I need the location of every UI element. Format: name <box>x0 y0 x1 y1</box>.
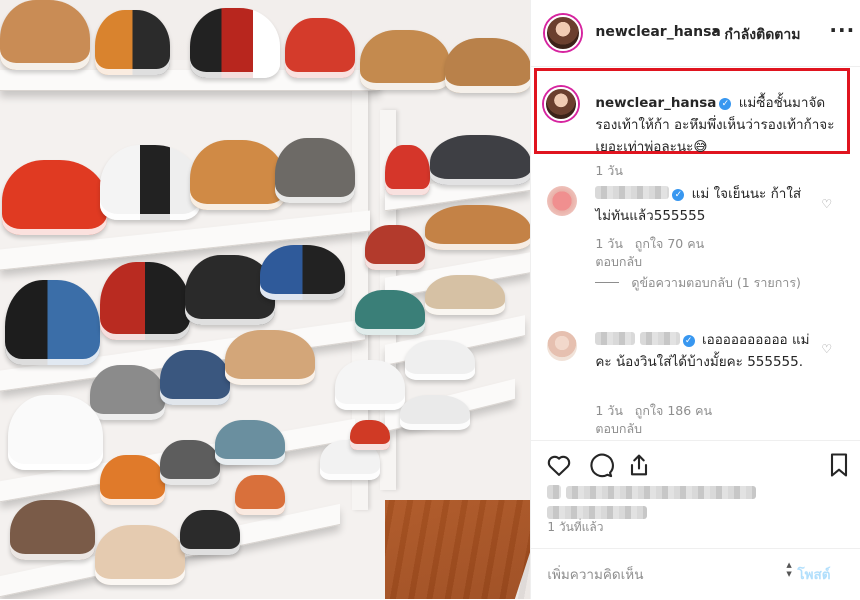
shoe <box>275 138 355 203</box>
shoe <box>100 262 190 340</box>
verified-badge-icon: ✓ <box>672 189 685 201</box>
comment-likes[interactable]: ถูกใจ 70 คน <box>635 236 704 251</box>
comments-list[interactable]: newclear_hansa ✓ แม่ซื้อชั้นมาจัดรองเท้าใ… <box>531 67 860 439</box>
post-date[interactable]: 1 วันที่แล้ว <box>547 518 603 537</box>
shoe <box>430 135 531 185</box>
view-replies-text[interactable]: ดูข้อความตอบกลับ (1 รายการ) <box>631 275 801 290</box>
shoe <box>360 30 450 90</box>
comment-icon[interactable] <box>586 451 615 479</box>
comment-likes[interactable]: ถูกใจ 186 คน <box>635 403 712 418</box>
comment-like-heart-icon[interactable]: ♡ <box>821 197 832 211</box>
shoe <box>425 275 505 315</box>
shoe <box>180 510 240 555</box>
shoe <box>10 500 95 560</box>
shoe <box>350 420 390 450</box>
shoe <box>385 145 430 195</box>
shoe <box>285 18 355 78</box>
comment-input[interactable]: เพิ่มความคิดเห็น <box>547 563 643 585</box>
caption-time[interactable]: 1 วัน <box>595 161 623 181</box>
shoe <box>445 38 531 93</box>
post-photo[interactable] <box>0 0 531 599</box>
heart-icon[interactable] <box>545 451 573 479</box>
shoe <box>365 225 425 270</box>
shoe <box>400 395 470 430</box>
shoe <box>190 140 285 210</box>
liked-by[interactable] <box>547 485 756 522</box>
reply-divider <box>595 282 620 283</box>
caption-username[interactable]: newclear_hansa <box>595 95 716 111</box>
shoe <box>235 475 285 515</box>
comment-time[interactable]: 1 วัน <box>595 403 623 418</box>
avatar[interactable] <box>545 15 582 51</box>
share-icon[interactable] <box>625 451 653 479</box>
comment-meta: 1 วัน ถูกใจ 186 คน ตอบกลับ <box>595 402 825 438</box>
following-button[interactable]: กำลังติดตาม <box>724 24 800 46</box>
comment-meta: 1 วัน ถูกใจ 70 คน ตอบกลับ <box>595 235 825 271</box>
shoe <box>425 205 531 250</box>
shoe <box>215 420 285 465</box>
shoe <box>2 160 107 235</box>
view-replies[interactable]: ดูข้อความตอบกลับ (1 รายการ) <box>595 273 835 293</box>
shoe <box>190 8 280 78</box>
comment: ✓ แม่ ใจเย็นนะ ก้าใส่ไม่ทันแล้ว555555 <box>595 183 815 227</box>
shoe <box>335 360 405 410</box>
shoe <box>160 440 220 485</box>
shoe <box>90 365 165 420</box>
caption: newclear_hansa ✓ แม่ซื้อชั้นมาจัดรองเท้าใ… <box>595 92 840 158</box>
bookmark-icon[interactable] <box>825 451 853 479</box>
comment-avatar[interactable] <box>547 186 578 216</box>
shoe <box>260 245 345 300</box>
shoe <box>100 145 200 220</box>
ellipsis-icon[interactable]: ··· <box>829 18 855 42</box>
instagram-post: newclear_hansa • กำลังติดตาม ··· newclea… <box>0 0 860 599</box>
comment-like-heart-icon[interactable]: ♡ <box>821 342 832 356</box>
add-comment-bar: เพิ่มความคิดเห็น ▲ ▼ โพสต์ <box>531 548 860 600</box>
verified-badge-icon: ✓ <box>719 98 732 110</box>
shoe <box>8 395 103 470</box>
blurred-username[interactable] <box>595 332 636 345</box>
header-username[interactable]: newclear_hansa <box>595 24 721 40</box>
shoe <box>0 0 90 70</box>
post-actions: 1 วันที่แล้ว <box>531 440 860 541</box>
post-side-panel: newclear_hansa • กำลังติดตาม ··· newclea… <box>530 0 860 599</box>
comment-reply[interactable]: ตอบกลับ <box>595 254 642 269</box>
shoe <box>160 350 230 405</box>
post-header: newclear_hansa • กำลังติดตาม ··· <box>531 0 860 67</box>
shoe <box>225 330 315 385</box>
comment-avatar[interactable] <box>547 331 578 361</box>
shoe <box>5 280 100 365</box>
shoe <box>95 10 170 75</box>
header-separator: • <box>711 24 720 40</box>
shoe <box>355 290 425 335</box>
blurred-like-avatar <box>547 485 562 499</box>
shoe <box>100 455 165 505</box>
blurred-liked-by-text <box>565 486 756 499</box>
verified-badge-icon: ✓ <box>682 335 695 347</box>
shoe <box>95 525 185 585</box>
blurred-username[interactable] <box>639 332 680 345</box>
comment: ✓ เออออออออออ แม่คะ น้องวินใส่ได้บ้างมั้… <box>595 329 815 373</box>
comment-time[interactable]: 1 วัน <box>595 236 623 251</box>
resize-arrows-icon: ▲ ▼ <box>786 561 792 578</box>
blurred-username[interactable] <box>595 186 670 199</box>
post-comment-button[interactable]: โพสต์ <box>797 563 830 585</box>
comment-reply[interactable]: ตอบกลับ <box>595 421 642 436</box>
shoe <box>405 340 475 380</box>
